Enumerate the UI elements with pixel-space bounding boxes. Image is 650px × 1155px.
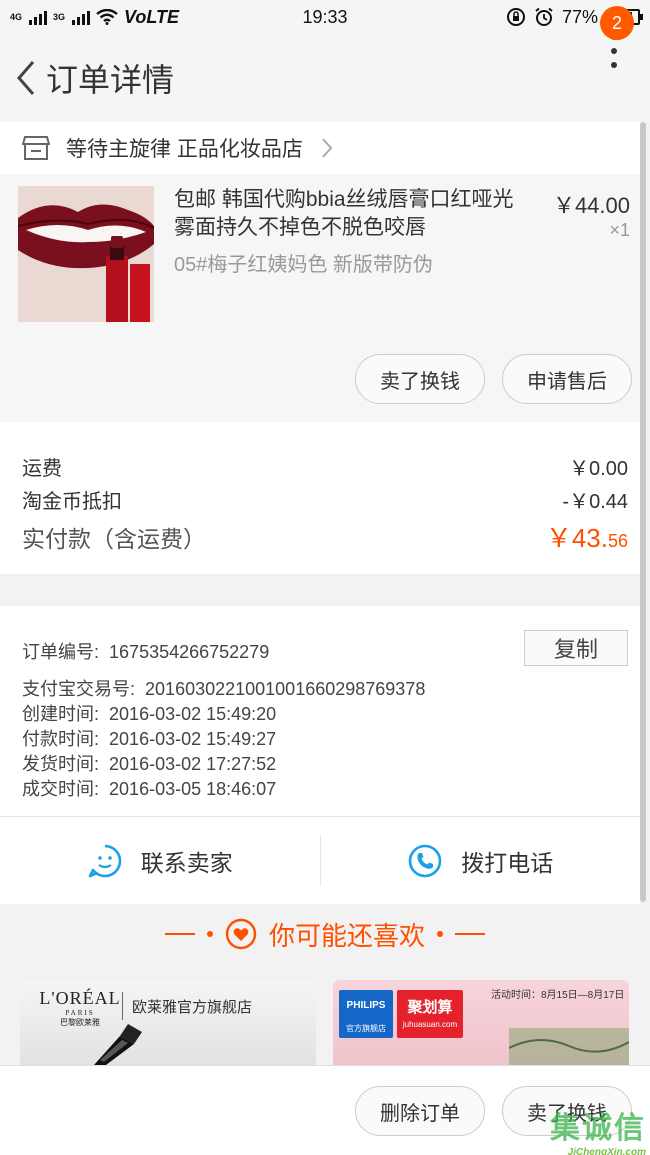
shipping-row: 运费 ￥0.00 — [22, 452, 628, 481]
clock: 19:33 — [302, 6, 348, 27]
sell-for-cash-button[interactable]: 卖了换钱 — [355, 354, 485, 404]
order-number-row: 订单编号: 1675354266752279 — [22, 638, 269, 664]
total-main: ￥43. — [545, 523, 608, 553]
store-icon — [22, 136, 50, 160]
chevron-left-icon — [17, 61, 35, 95]
philips-brand: PHILIPS — [346, 1000, 386, 1011]
created-row: 创建时间: 2016-03-02 15:49:20 — [22, 700, 276, 726]
shipping-label: 运费 — [22, 458, 62, 480]
created-label: 创建时间: — [22, 704, 100, 724]
notification-badge: 2 — [600, 6, 634, 40]
watermark-logo: 集诚信 JiChengXin.com — [550, 1103, 646, 1155]
dropper-bottle-icon — [94, 1024, 142, 1065]
divider — [164, 933, 195, 935]
dot-icon — [437, 931, 443, 937]
juhuasuan-logo: 聚划算 juhuasuan.com — [397, 990, 463, 1038]
watermark-text: 集诚信 — [550, 1112, 646, 1145]
done-label: 成交时间: — [22, 779, 100, 799]
product-image — [18, 186, 154, 322]
contact-seller-label: 联系卖家 — [140, 849, 233, 876]
chat-icon — [88, 844, 122, 877]
shop-name: 等待主旋律 正品化妆品店 — [66, 138, 303, 161]
order-info: 订单编号: 1675354266752279 复制 支付宝交易号: 201603… — [0, 606, 640, 816]
contact-seller-button[interactable]: 联系卖家 — [0, 817, 320, 904]
alipay-label: 支付宝交易号: — [22, 679, 136, 699]
shop-row[interactable]: 等待主旋律 正品化妆品店 — [0, 122, 640, 174]
promo-date: 活动时间：8月15日—8月17日 — [491, 990, 625, 1001]
recommend-card-philips[interactable]: PHILIPS 官方旗舰店 聚划算 juhuasuan.com 活动时间：8月1… — [333, 980, 629, 1065]
done-row: 成交时间: 2016-03-05 18:46:07 — [22, 775, 276, 801]
phone-icon — [408, 844, 442, 877]
chevron-right-icon — [322, 138, 333, 158]
juhuasuan-label: 聚划算 — [407, 999, 453, 1016]
shipped-time: 2016-03-02 17:27:52 — [109, 754, 277, 774]
fee-summary: 运费 ￥0.00 淘金币抵扣 -￥0.44 实付款（含运费） ￥43.56 — [0, 422, 640, 574]
shipped-row: 发货时间: 2016-03-02 17:27:52 — [22, 750, 276, 776]
loreal-logo: L'ORÉAL PARIS 巴黎欧莱雅 — [34, 988, 126, 1028]
contact-bar: 联系卖家 拨打电话 — [0, 816, 640, 904]
coin-value: -￥0.44 — [562, 491, 628, 513]
more-menu-button[interactable] — [608, 34, 620, 74]
recommend-header: 你可能还喜欢 — [0, 904, 650, 964]
product-quantity: ×1 — [609, 220, 630, 240]
call-phone-label: 拨打电话 — [461, 849, 554, 876]
total-label: 实付款（含运费） — [22, 525, 206, 552]
coin-label: 淘金币抵扣 — [22, 491, 122, 513]
alipay-row: 支付宝交易号: 2016030221001001660298769378 — [22, 675, 425, 701]
product-sku: 05#梅子红姨妈色 新版带防伪 — [174, 254, 433, 276]
juhuasuan-domain: juhuasuan.com — [402, 1020, 458, 1029]
paid-row: 付款时间: 2016-03-02 15:49:27 — [22, 725, 276, 751]
back-button[interactable] — [6, 48, 46, 108]
total-cents: 56 — [607, 531, 628, 551]
dot-icon — [611, 48, 617, 54]
call-phone-button[interactable]: 拨打电话 — [321, 817, 641, 904]
paid-label: 付款时间: — [22, 729, 100, 749]
dot-icon — [611, 62, 617, 68]
done-time: 2016-03-05 18:46:07 — [109, 779, 277, 799]
loreal-store-name: 欧莱雅官方旗舰店 — [132, 999, 253, 1016]
heart-icon — [225, 918, 257, 950]
coin-deduction-row: 淘金币抵扣 -￥0.44 — [22, 485, 628, 514]
copy-button[interactable]: 复制 — [524, 630, 628, 666]
order-number: 1675354266752279 — [109, 642, 270, 662]
product-card[interactable]: 包邮 韩国代购bbia丝绒唇膏口红哑光雾面持久不掉色不脱色咬唇 05#梅子红姨妈… — [0, 174, 640, 422]
shipped-label: 发货时间: — [22, 754, 100, 774]
recommend-card-loreal[interactable]: L'ORÉAL PARIS 巴黎欧莱雅 欧莱雅官方旗舰店 — [20, 980, 316, 1065]
divider — [122, 992, 123, 1020]
status-bar: 4G 3G VoLTE 19:33 77% — [0, 0, 650, 34]
philips-brand-sub: 官方旗舰店 — [346, 1024, 386, 1033]
nav-bar: 订单详情 — [0, 34, 650, 122]
watermark-url: JiChengXin.com — [567, 1147, 646, 1155]
total-row: 实付款（含运费） ￥43.56 — [22, 518, 628, 555]
dot-icon — [206, 931, 213, 937]
shipping-value: ￥0.00 — [569, 458, 628, 480]
loreal-brand: L'ORÉAL — [39, 988, 121, 1008]
alipay-number: 2016030221001001660298769378 — [145, 679, 426, 699]
product-price: ￥44.00 — [552, 193, 630, 218]
apply-after-sales-button[interactable]: 申请售后 — [502, 354, 632, 404]
delete-order-button[interactable]: 删除订单 — [355, 1086, 485, 1136]
recommend-title: 你可能还喜欢 — [268, 920, 425, 951]
loreal-brand-sub: PARIS — [65, 1009, 95, 1017]
divider — [455, 933, 485, 935]
created-time: 2016-03-02 15:49:20 — [109, 704, 277, 724]
page-title: 订单详情 — [46, 62, 175, 98]
product-pattern-icon — [509, 1028, 629, 1065]
scrollbar[interactable] — [640, 122, 646, 902]
paid-time: 2016-03-02 15:49:27 — [109, 729, 277, 749]
order-number-label: 订单编号: — [22, 642, 100, 662]
total-value: ￥43.56 — [546, 518, 628, 555]
philips-logo: PHILIPS 官方旗舰店 — [339, 990, 393, 1038]
product-title[interactable]: 包邮 韩国代购bbia丝绒唇膏口红哑光雾面持久不掉色不脱色咬唇 — [174, 186, 534, 242]
